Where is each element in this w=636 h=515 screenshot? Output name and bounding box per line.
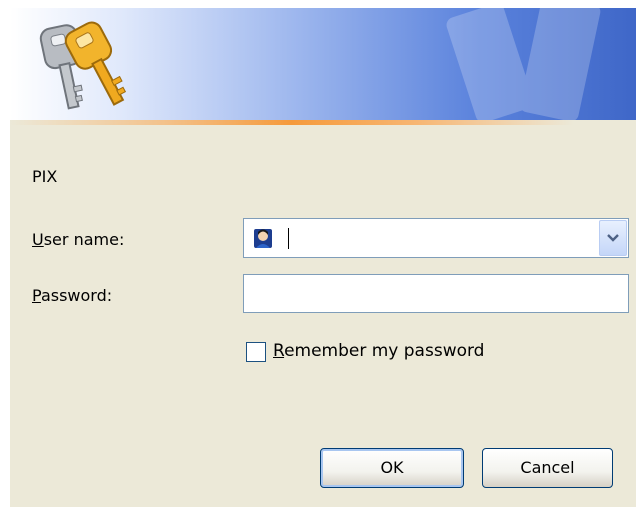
username-label-text: ser name:	[43, 230, 125, 249]
banner-accent-stripe	[10, 120, 636, 125]
keys-icon	[39, 21, 127, 110]
username-label: User name:	[32, 230, 124, 249]
chevron-down-icon	[607, 234, 619, 242]
password-label-accelerator: P	[32, 286, 41, 305]
password-field[interactable]	[243, 274, 629, 313]
remember-label-accelerator: R	[273, 341, 285, 361]
password-label: Password:	[32, 286, 112, 305]
password-label-text: assword:	[40, 286, 113, 305]
cancel-button[interactable]: Cancel	[482, 448, 613, 488]
remember-label-text: emember my password	[284, 341, 485, 361]
dialog-banner	[10, 8, 636, 120]
text-cursor	[288, 228, 289, 249]
username-dropdown-button[interactable]	[599, 220, 627, 256]
remember-password-label[interactable]: Remember my password	[273, 341, 484, 361]
user-icon	[254, 229, 272, 248]
server-name: PIX	[32, 167, 58, 186]
remember-password-checkbox[interactable]	[246, 342, 266, 362]
ok-button[interactable]: OK	[320, 448, 464, 488]
username-label-accelerator: U	[32, 230, 44, 249]
username-combobox[interactable]	[243, 218, 629, 258]
login-dialog: PIX User name: Password: Remember my pas…	[10, 8, 636, 507]
keys-watermark-icon	[446, 8, 601, 120]
